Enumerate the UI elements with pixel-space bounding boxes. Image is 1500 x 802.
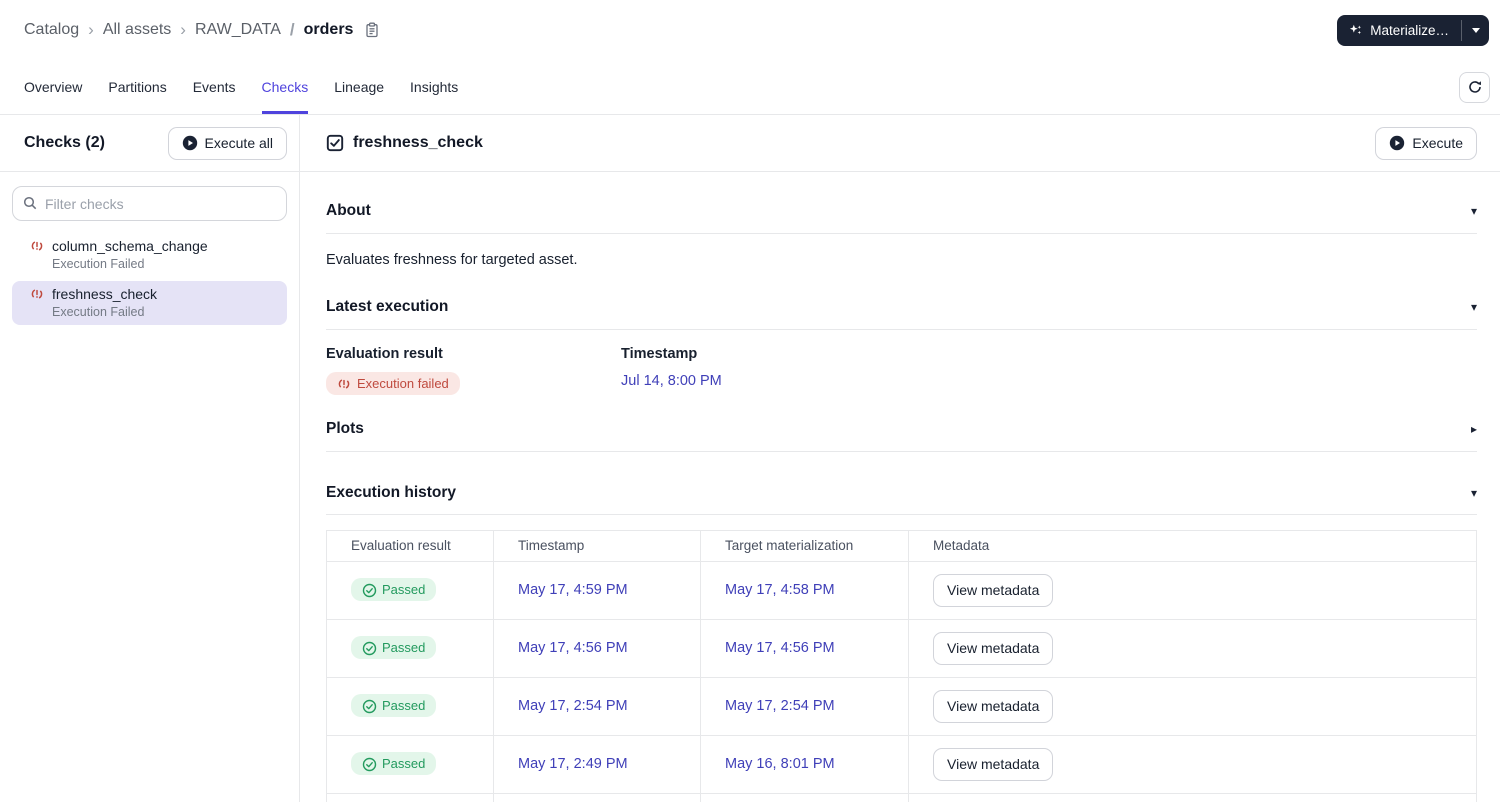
checkbox-check-icon xyxy=(326,134,344,152)
tab-checks[interactable]: Checks xyxy=(261,60,309,114)
execute-all-button[interactable]: Execute all xyxy=(167,126,287,160)
target-materialization-link[interactable]: May 17, 4:58 PM xyxy=(725,582,835,598)
breadcrumb-separator: › xyxy=(88,19,94,39)
chevron-right-icon[interactable]: ▸ xyxy=(1471,423,1477,435)
view-metadata-button[interactable]: View metadata xyxy=(933,747,1054,781)
materialize-button-label: Materialize… xyxy=(1370,22,1449,38)
sparkle-icon xyxy=(1349,23,1363,37)
chevron-down-icon[interactable]: ▾ xyxy=(1471,487,1477,499)
latest-execution-section-header: Latest execution ▾ xyxy=(326,268,1477,329)
plots-title: Plots xyxy=(326,419,364,437)
breadcrumb: Catalog › All assets › RAW_DATA / orders xyxy=(24,20,380,40)
about-description: Evaluates freshness for targeted asset. xyxy=(326,252,578,268)
checks-sidebar: Checks (2) Execute all column_schema_cha… xyxy=(0,115,300,802)
checks-count-title: Checks (2) xyxy=(24,134,105,151)
table-row: Passed May 17, 4:56 PM May 17, 4:56 PM View… xyxy=(326,618,1477,678)
check-circle-icon xyxy=(362,699,377,713)
about-section-header: About ▾ xyxy=(326,172,1477,233)
table-row: Passed May 17, 2:49 PM May 16, 8:01 PM View… xyxy=(326,734,1477,794)
table-header-row: Evaluation result Timestamp Target materia… xyxy=(326,529,1477,562)
about-title: About xyxy=(326,202,371,219)
materialize-split-button: Materialize… xyxy=(1337,14,1489,46)
materialize-button[interactable]: Materialize… xyxy=(1337,15,1461,46)
column-header-evaluation-result: Evaluation result xyxy=(326,529,494,562)
execution-timestamp-link[interactable]: May 17, 4:56 PM xyxy=(518,640,628,656)
view-metadata-button[interactable]: View metadata xyxy=(933,631,1054,665)
execute-button[interactable]: Execute xyxy=(1375,126,1477,160)
play-circle-icon xyxy=(1389,135,1405,151)
top-header: Catalog › All assets › RAW_DATA / orders… xyxy=(0,0,1500,60)
check-item-name: column_schema_change xyxy=(52,238,208,254)
clipboard-copy-icon[interactable] xyxy=(364,22,380,38)
view-metadata-button[interactable]: View metadata xyxy=(933,573,1054,607)
execution-timestamp-link[interactable]: May 17, 2:54 PM xyxy=(518,698,628,714)
breadcrumb-asset-group[interactable]: RAW_DATA xyxy=(195,21,281,39)
check-detail-panel: freshness_check Execute About ▾ Evaluate… xyxy=(300,115,1500,802)
sync-error-icon xyxy=(337,377,351,391)
refresh-button[interactable] xyxy=(1459,71,1490,103)
play-circle-icon xyxy=(182,135,198,151)
evaluation-result-label: Evaluation result xyxy=(326,346,443,362)
tab-insights[interactable]: Insights xyxy=(410,60,458,114)
breadcrumb-slash: / xyxy=(289,20,295,39)
breadcrumb-catalog[interactable]: Catalog xyxy=(24,21,79,39)
check-item-status: Execution Failed xyxy=(52,257,145,271)
breadcrumb-separator: › xyxy=(180,19,186,39)
target-materialization-link[interactable]: May 17, 4:56 PM xyxy=(725,640,835,656)
check-circle-icon xyxy=(362,641,377,655)
execution-timestamp-link[interactable]: May 17, 4:59 PM xyxy=(518,582,628,598)
check-circle-icon xyxy=(362,757,377,771)
search-icon xyxy=(22,195,38,211)
check-list-item-freshness_check[interactable]: freshness_check Execution Failed xyxy=(12,281,287,325)
table-row-partial xyxy=(326,792,1477,802)
execution-history-title: Execution history xyxy=(326,483,457,501)
sync-error-icon xyxy=(30,239,44,253)
chevron-down-icon[interactable]: ▾ xyxy=(1471,205,1477,217)
caret-down-icon xyxy=(1471,27,1480,33)
passed-badge: Passed xyxy=(351,694,437,718)
check-circle-icon xyxy=(362,583,377,597)
check-list: column_schema_change Execution Failed fres… xyxy=(0,233,299,325)
tab-lineage[interactable]: Lineage xyxy=(334,60,384,114)
table-body: Passed May 17, 4:59 PM May 17, 4:58 PM View… xyxy=(326,560,1477,802)
tab-events[interactable]: Events xyxy=(193,60,236,114)
check-item-name: freshness_check xyxy=(52,286,158,302)
execution-history-table: Evaluation result Timestamp Target materia… xyxy=(326,529,1477,802)
tab-bar-tabs: Overview Partitions Events Checks Lineage Ins… xyxy=(24,60,458,114)
materialize-dropdown-button[interactable] xyxy=(1462,15,1489,46)
passed-badge: Passed xyxy=(351,752,437,776)
column-header-metadata: Metadata xyxy=(908,529,1477,562)
passed-badge: Passed xyxy=(351,636,437,660)
passed-badge: Passed xyxy=(351,578,437,602)
table-row: Passed May 17, 2:54 PM May 17, 2:54 PM View… xyxy=(326,676,1477,736)
execution-failed-badge: Execution failed xyxy=(326,372,460,395)
execution-history-section-header: Execution history ▾ xyxy=(326,452,1477,514)
tab-bar: Overview Partitions Events Checks Lineage Ins… xyxy=(0,60,1500,115)
latest-execution-title: Latest execution xyxy=(326,298,449,315)
breadcrumb-all-assets[interactable]: All assets xyxy=(103,21,171,39)
latest-timestamp-link[interactable]: Jul 14, 8:00 PM xyxy=(621,373,722,389)
timestamp-label: Timestamp xyxy=(621,346,698,362)
target-materialization-link[interactable]: May 16, 8:01 PM xyxy=(725,756,835,772)
column-header-target-materialization: Target materialization xyxy=(700,529,909,562)
tab-partitions[interactable]: Partitions xyxy=(108,60,166,114)
breadcrumb-asset-name: orders xyxy=(303,21,354,38)
execute-label: Execute xyxy=(1412,135,1463,151)
view-metadata-button[interactable]: View metadata xyxy=(933,689,1054,723)
plots-section-header: Plots ▸ xyxy=(326,396,1477,451)
chevron-down-icon[interactable]: ▾ xyxy=(1471,301,1477,313)
check-item-status: Execution Failed xyxy=(52,305,145,319)
table-row: Passed May 17, 4:59 PM May 17, 4:58 PM View… xyxy=(326,560,1477,620)
check-list-item-column_schema_change[interactable]: column_schema_change Execution Failed xyxy=(12,233,287,277)
tab-overview[interactable]: Overview xyxy=(24,60,82,114)
filter-checks-input[interactable] xyxy=(12,186,287,221)
sync-error-icon xyxy=(30,287,44,301)
check-detail-title: freshness_check xyxy=(353,134,483,151)
refresh-icon xyxy=(1467,79,1483,95)
execute-all-label: Execute all xyxy=(204,135,273,151)
target-materialization-link[interactable]: May 17, 2:54 PM xyxy=(725,698,835,714)
column-header-timestamp: Timestamp xyxy=(493,529,701,562)
execution-timestamp-link[interactable]: May 17, 2:49 PM xyxy=(518,756,628,772)
